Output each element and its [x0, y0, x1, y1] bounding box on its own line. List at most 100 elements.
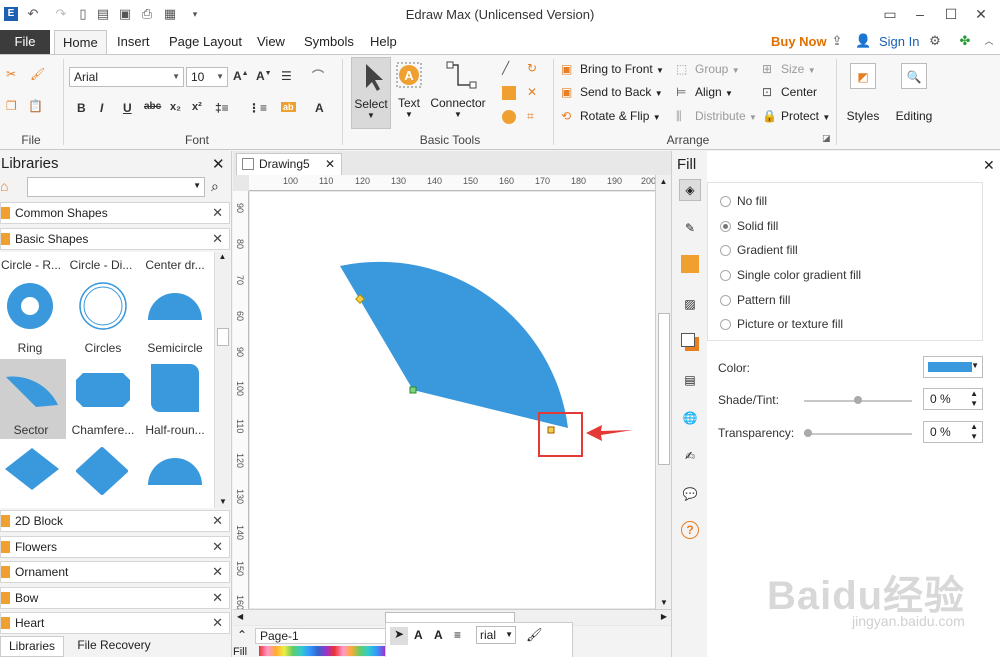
rotate-flip-button[interactable]: ⟲ Rotate & Flip ▼ — [561, 109, 661, 125]
skin-icon[interactable]: ✤ — [958, 34, 972, 48]
format-painter-icon[interactable]: 🖌 — [30, 67, 49, 83]
library-scroll-thumb[interactable] — [217, 328, 229, 346]
image-icon[interactable]: ▨ — [679, 293, 701, 315]
fill-tool-icon[interactable]: ◈ — [679, 179, 701, 201]
tab-symbols[interactable]: Symbols — [296, 30, 362, 54]
library-category-basic-shapes[interactable]: Basic Shapes ✕ — [0, 228, 230, 250]
font-family-select[interactable]: Arial ▼ — [69, 67, 184, 87]
restore-icon[interactable]: ▭ — [875, 2, 905, 26]
cross-tool-icon[interactable]: ✕ — [527, 85, 546, 101]
font-size-select[interactable]: 10 ▼ — [186, 67, 228, 87]
library-category-common-shapes[interactable]: Common Shapes ✕ — [0, 202, 230, 224]
subscript-icon[interactable]: x₂ — [170, 101, 181, 113]
ring-shape-icon[interactable] — [6, 282, 54, 330]
mini-format-painter-icon[interactable]: 🖌 — [526, 627, 543, 643]
shadow-icon[interactable] — [679, 331, 701, 353]
color-palette[interactable] — [259, 646, 385, 656]
line-spacing-icon[interactable]: ☰ — [281, 69, 292, 83]
minimize-icon[interactable]: – — [905, 2, 935, 26]
mini-grow-font-icon[interactable]: A — [414, 628, 423, 642]
mini-align-icon[interactable]: ≡ — [454, 628, 461, 642]
library-category-bow[interactable]: Bow ✕ — [0, 587, 230, 609]
collapse-pages-icon[interactable]: ⌃ — [237, 628, 247, 642]
close-fill-panel-icon[interactable]: ✕ — [983, 157, 995, 174]
bullets-icon[interactable]: ⋮≡ — [248, 101, 267, 115]
share-icon[interactable]: ⇪ — [830, 34, 844, 48]
shrink-font-icon[interactable]: A▼ — [256, 69, 272, 83]
fill-option-single-color-gradient[interactable]: Single color gradient fill — [720, 268, 861, 282]
home-icon[interactable]: ⌂ — [0, 178, 8, 194]
mini-shrink-font-icon[interactable]: A — [434, 628, 443, 642]
underline-icon[interactable]: U — [123, 101, 132, 115]
paragraph-spacing-icon[interactable]: ‡≡ — [215, 101, 229, 115]
document-tab[interactable]: Drawing5 ✕ — [236, 153, 342, 175]
transparency-input[interactable]: 0 % ▲ ▼ — [923, 421, 983, 443]
tab-home[interactable]: Home — [54, 30, 107, 54]
library-search-input[interactable]: ▼ — [27, 177, 205, 197]
settings-gear-icon[interactable]: ⚙ — [928, 34, 942, 48]
library-category-2d-block[interactable]: 2D Block ✕ — [0, 510, 230, 532]
line-tool-icon[interactable]: ╱ — [502, 61, 521, 77]
mini-font-select[interactable]: rial ▼ — [476, 626, 516, 644]
library-category-ornament[interactable]: Ornament ✕ — [0, 561, 230, 583]
copy-icon[interactable]: ❐ — [6, 99, 25, 115]
semicircle-shape-icon[interactable] — [147, 292, 203, 322]
ellipse-tool-icon[interactable] — [502, 109, 519, 124]
chamfered-rectangle-shape-icon[interactable] — [75, 372, 131, 408]
fill-option-pattern-fill[interactable]: Pattern fill — [720, 293, 790, 307]
fill-option-solid-fill[interactable]: Solid fill — [720, 219, 778, 233]
superscript-icon[interactable]: x² — [192, 101, 202, 113]
library-category-heart[interactable]: Heart ✕ — [0, 612, 230, 634]
tab-page-layout[interactable]: Page Layout — [161, 30, 250, 54]
page-tab[interactable]: Page-1 — [255, 628, 395, 644]
distribute-button[interactable]: ⫼ Distribute ▼ — [676, 109, 757, 125]
shade-tint-slider[interactable] — [804, 396, 912, 404]
size-button[interactable]: ⊞ Size ▼ — [762, 62, 816, 78]
text-path-icon[interactable]: ⌒ — [312, 67, 324, 84]
align-button[interactable]: ⊨ Align ▼ — [676, 85, 733, 101]
arc-tool-icon[interactable]: ↻ — [527, 61, 546, 77]
page-setup-icon[interactable]: ▤ — [679, 369, 701, 391]
paste-icon[interactable]: 📋 — [28, 99, 47, 115]
send-to-back-button[interactable]: ▣ Send to Back ▼ — [561, 85, 663, 101]
close-document-icon[interactable]: ✕ — [325, 154, 335, 174]
cut-icon[interactable]: ✂ — [6, 67, 25, 83]
bold-icon[interactable]: B — [77, 101, 86, 115]
text-highlight-icon[interactable]: ab — [281, 99, 296, 113]
shade-tint-knob[interactable] — [854, 396, 862, 404]
italic-icon[interactable]: I — [100, 101, 103, 115]
tab-view[interactable]: View — [249, 30, 293, 54]
line-style-icon[interactable]: ✎ — [679, 217, 701, 239]
hyperlink-globe-icon[interactable]: 🌐 — [679, 407, 701, 429]
transparency-knob[interactable] — [804, 429, 812, 437]
notes-icon[interactable]: ✍ — [679, 445, 701, 467]
buy-now-link[interactable]: Buy Now — [763, 30, 835, 54]
protect-button[interactable]: 🔒 Protect ▼ — [762, 109, 830, 125]
connector-tool-button[interactable]: Connector ▼ — [428, 57, 488, 129]
tab-libraries[interactable]: Libraries — [0, 636, 64, 657]
transparency-slider[interactable] — [804, 429, 912, 437]
sector-shape-tile[interactable]: Sector — [0, 359, 66, 439]
font-color-icon[interactable]: A — [315, 101, 324, 115]
vertical-scroll-thumb[interactable] — [658, 313, 670, 465]
close-libraries-icon[interactable]: ✕ — [212, 155, 225, 173]
fill-option-picture-texture[interactable]: Picture or texture fill — [720, 317, 843, 331]
group-button[interactable]: ⬚ Group ▼ — [676, 62, 740, 78]
select-tool-button[interactable]: Select ▼ — [351, 57, 391, 129]
circles-shape-icon[interactable] — [79, 282, 127, 330]
tab-help[interactable]: Help — [362, 30, 405, 54]
tab-insert[interactable]: Insert — [109, 30, 158, 54]
bring-to-front-button[interactable]: ▣ Bring to Front ▼ — [561, 62, 664, 78]
sign-in-link[interactable]: Sign In — [871, 30, 927, 54]
mini-select-icon[interactable]: ➤ — [390, 627, 408, 645]
half-rounded-rectangle-shape-icon[interactable] — [150, 363, 200, 413]
strikethrough-icon[interactable]: abc — [144, 101, 161, 112]
library-scrollbar[interactable]: ▲ ▼ — [214, 252, 230, 508]
shape-style-icon[interactable] — [681, 255, 699, 273]
diamond-shape-icon[interactable] — [4, 447, 60, 491]
crop-tool-icon[interactable]: ⌗ — [527, 109, 546, 125]
tab-file[interactable]: File — [0, 30, 50, 54]
text-tool-button[interactable]: A Text ▼ — [393, 57, 425, 129]
library-category-flowers[interactable]: Flowers ✕ — [0, 536, 230, 558]
shade-tint-input[interactable]: 0 % ▲ ▼ — [923, 388, 983, 410]
